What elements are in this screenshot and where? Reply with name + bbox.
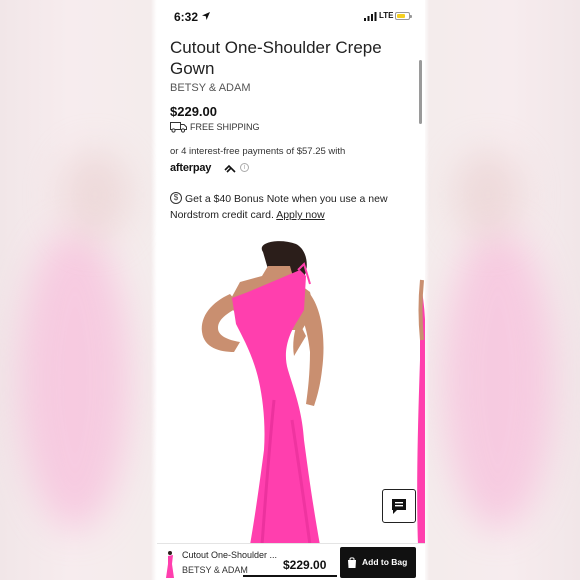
chat-icon	[392, 499, 406, 514]
signal-bars-icon	[364, 12, 377, 21]
location-arrow-icon	[202, 12, 210, 20]
mini-product-price: $229.00	[283, 558, 327, 572]
home-indicator	[243, 575, 337, 577]
product-thumbnail	[166, 551, 174, 578]
product-title: Cutout One-Shoulder Crepe Gown	[170, 38, 382, 78]
product-brand[interactable]: BETSY & ADAM	[170, 82, 251, 94]
info-icon[interactable]: i	[240, 163, 249, 172]
blurred-background-right	[423, 0, 580, 580]
mini-product-title: Cutout One-Shoulder ...	[182, 550, 278, 560]
installments-text: or 4 interest-free payments of $57.25 wi…	[170, 146, 346, 157]
blurred-background-left	[0, 0, 157, 580]
phone-screen: 6:32 LTE Cutout One-Shoulder Crepe Gown …	[157, 0, 425, 580]
status-bar: 6:32 LTE	[157, 6, 425, 28]
network-label: LTE	[379, 11, 394, 20]
afterpay-arrows-icon	[224, 164, 236, 173]
free-shipping-label: FREE SHIPPING	[190, 122, 260, 132]
sticky-add-to-bag-bar: Cutout One-Shoulder ... BETSY & ADAM $22…	[157, 543, 425, 580]
apply-now-link[interactable]: Apply now	[276, 209, 324, 221]
scrollbar[interactable]	[419, 60, 422, 124]
product-price: $229.00	[170, 104, 217, 119]
status-time: 6:32	[174, 10, 199, 24]
bonus-note-text: Get a $40 Bonus Note when you use a new …	[170, 191, 410, 223]
add-to-bag-button[interactable]: Add to Bag	[340, 547, 416, 578]
afterpay-logo: afterpay	[170, 162, 212, 174]
truck-icon	[170, 122, 187, 133]
mini-product-brand: BETSY & ADAM	[182, 565, 248, 575]
battery-icon	[395, 12, 412, 20]
chat-button[interactable]	[382, 489, 416, 523]
add-to-bag-label: Add to Bag	[362, 557, 408, 567]
shopping-bag-icon	[348, 557, 356, 568]
